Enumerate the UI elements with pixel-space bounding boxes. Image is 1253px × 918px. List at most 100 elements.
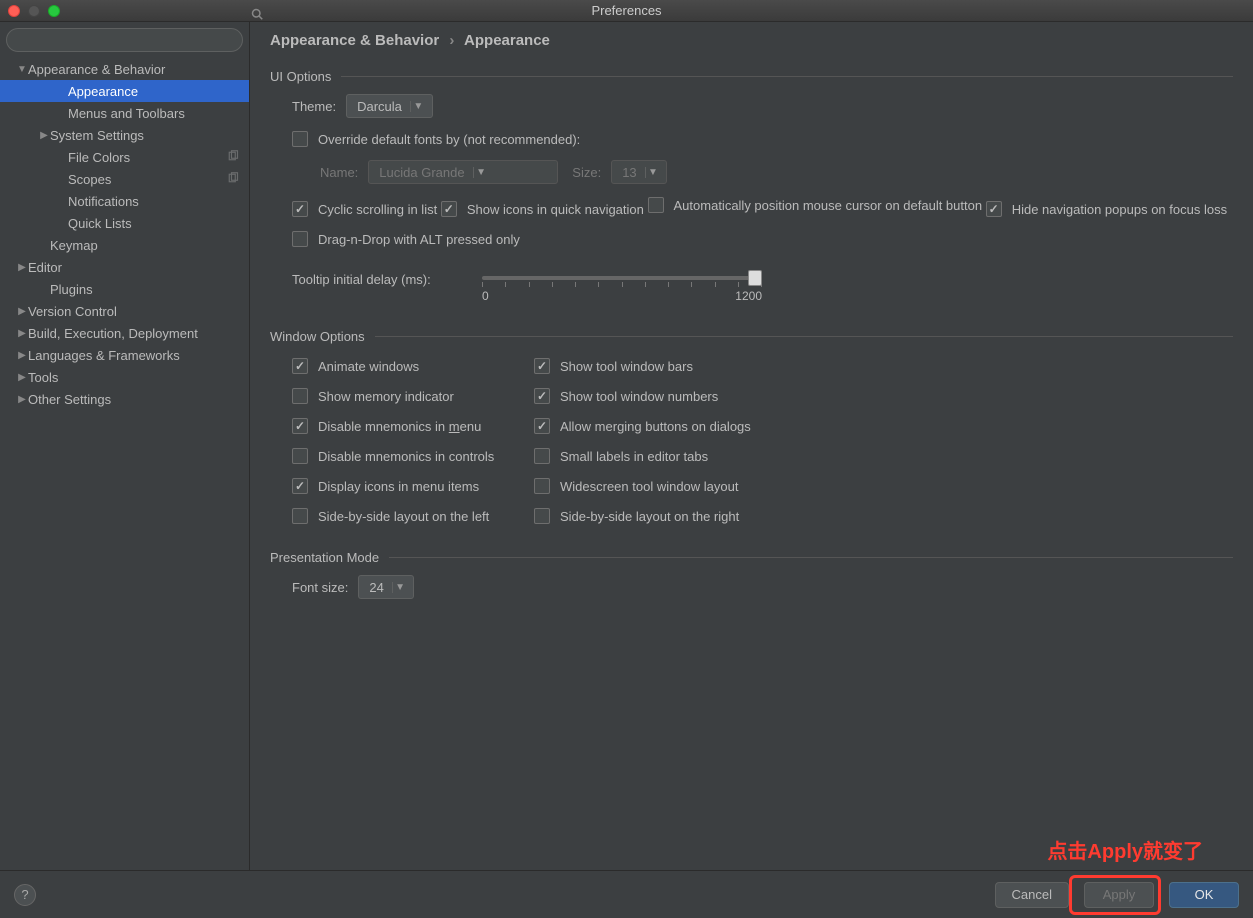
checkbox-label: Allow merging buttons on dialogs: [560, 419, 751, 434]
checkbox-window-left-5[interactable]: Side-by-side layout on the left: [292, 508, 522, 524]
checkbox-window-right-5[interactable]: Side-by-side layout on the right: [534, 508, 764, 524]
checkbox-dnd-alt[interactable]: Drag-n-Drop with ALT pressed only: [292, 228, 520, 250]
checkbox-hide-nav-popups[interactable]: Hide navigation popups on focus loss: [986, 198, 1227, 220]
section-title: UI Options: [270, 69, 331, 84]
breadcrumb-current: Appearance: [464, 32, 550, 49]
sidebar-item-label: Keymap: [50, 238, 98, 253]
sidebar-item-version-control[interactable]: Version Control: [0, 300, 249, 322]
sidebar-item-label: Appearance & Behavior: [28, 62, 165, 77]
search-input[interactable]: [6, 28, 243, 52]
checkbox-label: Small labels in editor tabs: [560, 449, 708, 464]
sidebar-item-label: Quick Lists: [68, 216, 132, 231]
checkbox-label: Disable mnemonics in controls: [318, 449, 494, 464]
sidebar-item-quick-lists[interactable]: Quick Lists: [0, 212, 249, 234]
checkbox-box: [292, 358, 308, 374]
sidebar-item-system-settings[interactable]: System Settings: [0, 124, 249, 146]
sidebar-item-tools[interactable]: Tools: [0, 366, 249, 388]
sidebar-item-file-colors[interactable]: File Colors: [0, 146, 249, 168]
footer: ? Cancel Apply OK: [0, 870, 1253, 918]
checkbox-box: [441, 201, 457, 217]
sidebar-item-appearance-behavior[interactable]: Appearance & Behavior: [0, 58, 249, 80]
checkbox-window-right-0[interactable]: Show tool window bars: [534, 358, 764, 374]
checkbox-cyclic-scrolling[interactable]: Cyclic scrolling in list: [292, 198, 437, 220]
checkbox-box: [986, 201, 1002, 217]
checkbox-window-left-2[interactable]: Disable mnemonics in menu: [292, 418, 522, 434]
presentation-font-size-label: Font size:: [292, 580, 348, 595]
sidebar-item-label: Menus and Toolbars: [68, 106, 185, 121]
checkbox-window-right-1[interactable]: Show tool window numbers: [534, 388, 764, 404]
apply-highlight: Apply: [1069, 875, 1161, 915]
font-size-value: 13: [622, 165, 636, 180]
checkbox-box: [292, 418, 308, 434]
sidebar-item-notifications[interactable]: Notifications: [0, 190, 249, 212]
sidebar: Appearance & Behavior Appearance Menus and…: [0, 22, 250, 870]
checkbox-box: [292, 388, 308, 404]
ok-button[interactable]: OK: [1169, 882, 1239, 908]
section-divider: [341, 76, 1233, 77]
chevron-down-icon: ▼: [410, 101, 426, 112]
checkbox-label: Show memory indicator: [318, 389, 454, 404]
sidebar-item-label: Editor: [28, 260, 62, 275]
checkbox-label: Side-by-side layout on the right: [560, 509, 739, 524]
checkbox-label: Hide navigation popups on focus loss: [1012, 202, 1227, 217]
checkbox-label: Override default fonts by (not recommend…: [318, 132, 580, 147]
checkbox-window-left-4[interactable]: Display icons in menu items: [292, 478, 522, 494]
section-title: Window Options: [270, 329, 365, 344]
slider-max: 1200: [735, 289, 762, 303]
sidebar-item-label: Notifications: [68, 194, 139, 209]
search-wrap: [0, 22, 249, 58]
sidebar-item-menus-and-toolbars[interactable]: Menus and Toolbars: [0, 102, 249, 124]
sidebar-item-label: Version Control: [28, 304, 117, 319]
checkbox-window-left-3[interactable]: Disable mnemonics in controls: [292, 448, 522, 464]
main-layout: Appearance & Behavior Appearance Menus and…: [0, 22, 1253, 870]
chevron-down-icon: ▼: [473, 167, 489, 178]
checkbox-window-right-4[interactable]: Widescreen tool window layout: [534, 478, 764, 494]
apply-button[interactable]: Apply: [1084, 882, 1154, 908]
checkbox-box: [292, 508, 308, 524]
sidebar-item-build-execution-deployment[interactable]: Build, Execution, Deployment: [0, 322, 249, 344]
chevron-down-icon: ▼: [392, 582, 408, 593]
checkbox-window-left-0[interactable]: Animate windows: [292, 358, 522, 374]
font-size-select: 13 ▼: [611, 160, 667, 184]
window-title: Preferences: [0, 3, 1253, 18]
checkbox-window-right-3[interactable]: Small labels in editor tabs: [534, 448, 764, 464]
sidebar-item-other-settings[interactable]: Other Settings: [0, 388, 249, 410]
titlebar: Preferences: [0, 0, 1253, 22]
sidebar-item-languages-frameworks[interactable]: Languages & Frameworks: [0, 344, 249, 366]
tree-arrow-icon: [16, 64, 28, 75]
presentation-font-size-value: 24: [369, 580, 383, 595]
theme-select[interactable]: Darcula ▼: [346, 94, 433, 118]
sidebar-item-scopes[interactable]: Scopes: [0, 168, 249, 190]
sidebar-item-plugins[interactable]: Plugins: [0, 278, 249, 300]
theme-value: Darcula: [357, 99, 402, 114]
checkbox-box: [292, 201, 308, 217]
checkbox-label: Show icons in quick navigation: [467, 202, 644, 217]
checkbox-label: Drag-n-Drop with ALT pressed only: [318, 232, 520, 247]
checkbox-label: Show tool window numbers: [560, 389, 718, 404]
checkbox-quick-nav-icons[interactable]: Show icons in quick navigation: [441, 198, 644, 220]
checkbox-box: [534, 418, 550, 434]
checkbox-window-left-1[interactable]: Show memory indicator: [292, 388, 522, 404]
checkbox-box: [534, 478, 550, 494]
sidebar-item-label: Tools: [28, 370, 58, 385]
help-button[interactable]: ?: [14, 884, 36, 906]
slider-min: 0: [482, 289, 489, 303]
sidebar-item-editor[interactable]: Editor: [0, 256, 249, 278]
presentation-font-size-select[interactable]: 24 ▼: [358, 575, 414, 599]
tooltip-delay-slider[interactable]: 0 1200: [482, 272, 762, 303]
checkbox-window-right-2[interactable]: Allow merging buttons on dialogs: [534, 418, 764, 434]
slider-thumb[interactable]: [748, 270, 762, 286]
checkbox-label: Display icons in menu items: [318, 479, 479, 494]
sidebar-item-label: Appearance: [68, 84, 138, 99]
sidebar-item-appearance[interactable]: Appearance: [0, 80, 249, 102]
sidebar-item-keymap[interactable]: Keymap: [0, 234, 249, 256]
checkbox-auto-cursor[interactable]: Automatically position mouse cursor on d…: [648, 194, 983, 216]
checkbox-override-fonts[interactable]: Override default fonts by (not recommend…: [292, 128, 580, 150]
slider-ticks: [482, 282, 762, 287]
font-size-label: Size:: [572, 165, 601, 180]
theme-label: Theme:: [292, 99, 336, 114]
tree-arrow-icon: [16, 394, 28, 405]
section-presentation-mode: Presentation Mode: [270, 550, 1233, 565]
cancel-button[interactable]: Cancel: [995, 882, 1069, 908]
checkbox-label: Automatically position mouse cursor on d…: [674, 198, 983, 213]
